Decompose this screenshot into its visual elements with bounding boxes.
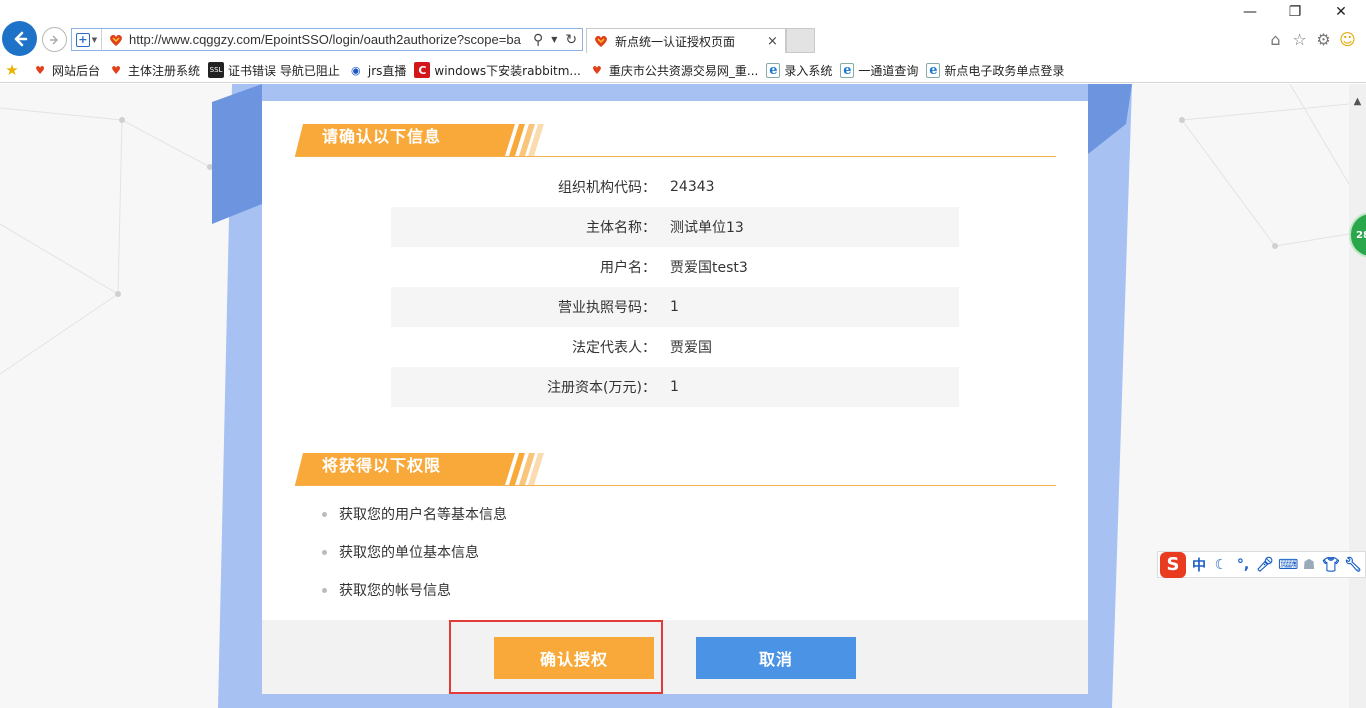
close-window-icon[interactable]: ✕ [1331, 4, 1351, 20]
arrow-left-icon [14, 31, 27, 46]
info-label: 用户名： [600, 260, 656, 276]
info-value: 贾爱国test3 [670, 260, 748, 276]
bullet-icon [322, 511, 327, 517]
info-value: 贾爱国 [670, 340, 712, 356]
permission-text: 获取您的用户名等基本信息 [339, 507, 507, 523]
settings-gear-icon[interactable]: ⚙ [1314, 30, 1333, 49]
action-bar: 确认授权 取消 [262, 620, 1088, 694]
skin-shirt-icon[interactable]: 👕︎ [1322, 557, 1340, 573]
favorites-bar: ★ ♥ 网站后台 ♥ 主体注册系统 SSL 证书错误 导航已阻止 ◉ jrs直播 Cwi… [0, 58, 1366, 83]
compatibility-view-button[interactable]: + ▼ [72, 29, 102, 50]
favorite-link[interactable]: ◉ jrs直播 [348, 62, 406, 79]
heart-icon: ♥ [35, 63, 45, 77]
favorite-link[interactable]: Cwindows下安装rabbitm... [414, 62, 581, 79]
favorite-link[interactable]: e 一通道查询 [840, 62, 918, 79]
bullet-icon [322, 549, 327, 555]
info-value: 1 [670, 379, 679, 395]
new-tab-button[interactable] [786, 28, 815, 53]
back-button[interactable] [2, 21, 37, 56]
permission-item: 获取您的单位基本信息 [322, 542, 479, 562]
dropdown-icon[interactable]: ▼ [551, 35, 557, 44]
info-row-registered-capital: 注册资本(万元)： 1 [391, 367, 959, 407]
ie-icon: e [766, 62, 781, 78]
plus-shield-icon: + [75, 32, 90, 47]
tab-active[interactable]: 新点统一认证授权页面 × [586, 28, 786, 53]
address-bar[interactable]: + ▼ http://www.cqggzy.com/EpointSSO/logi… [71, 28, 583, 51]
permission-text: 获取您的帐号信息 [339, 583, 451, 599]
keyboard-icon[interactable]: ⌨ [1278, 557, 1298, 573]
info-row-entity-name: 主体名称： 测试单位13 [391, 207, 959, 247]
favorite-link[interactable]: e 新点电子政务单点登录 [926, 62, 1064, 79]
ime-toolbar: S 中 ☾ °, 🎤︎ ⌨ ☗ 👕︎ 🔧︎ [1157, 551, 1366, 578]
permission-section-title: 将获得以下权限 [322, 456, 442, 475]
jrs-icon: ◉ [351, 63, 361, 77]
favorite-link[interactable]: ♥ 网站后台 [32, 62, 100, 79]
home-icon[interactable]: ⌂ [1266, 30, 1285, 49]
authorization-card: 请确认以下信息 组织机构代码： 24343 主体名称： 测试单位13 用户名： … [262, 101, 1088, 694]
info-row-org-code: 组织机构代码： 24343 [391, 167, 959, 207]
heart-icon: ♥ [111, 63, 121, 77]
restore-icon[interactable]: ❐ [1285, 4, 1305, 20]
microphone-icon[interactable]: 🎤︎ [1256, 557, 1274, 573]
vertical-scrollbar[interactable]: ▲ [1349, 84, 1366, 708]
info-label: 组织机构代码： [558, 180, 656, 196]
smiley-icon[interactable]: ☺ [1338, 30, 1357, 49]
info-value: 24343 [670, 179, 715, 195]
bullet-icon [322, 587, 327, 593]
ssl-icon: SSL [208, 62, 225, 78]
permission-item: 获取您的用户名等基本信息 [322, 504, 507, 524]
arrow-right-icon [49, 35, 58, 44]
page-viewport: 请确认以下信息 组织机构代码： 24343 主体名称： 测试单位13 用户名： … [0, 84, 1349, 708]
favorites-add-icon[interactable]: ★ [4, 62, 24, 78]
info-label: 法定代表人： [572, 340, 656, 356]
confirm-section-title: 请确认以下信息 [322, 127, 442, 146]
tab-close-icon[interactable]: × [767, 34, 778, 49]
info-row-license-no: 营业执照号码： 1 [391, 287, 959, 327]
info-value: 测试单位13 [670, 220, 744, 236]
tab-title: 新点统一认证授权页面 [615, 34, 736, 49]
favorites-star-icon[interactable]: ☆ [1290, 30, 1309, 49]
confirm-section-header: 请确认以下信息 [295, 121, 1056, 157]
ime-mode-toggle[interactable]: 中 [1190, 555, 1208, 575]
favorite-link[interactable]: ♥ 主体注册系统 [108, 62, 200, 79]
url-text[interactable]: http://www.cqggzy.com/EpointSSO/login/oa… [129, 32, 525, 47]
browser-toolbar: + ▼ http://www.cqggzy.com/EpointSSO/logi… [0, 0, 1366, 58]
permission-text: 获取您的单位基本信息 [339, 545, 479, 561]
info-label: 注册资本(万元)： [547, 380, 656, 396]
favorite-link[interactable]: ♥ 重庆市公共资源交易网_重... [589, 62, 758, 79]
permission-item: 获取您的帐号信息 [322, 580, 451, 600]
c-icon: C [414, 62, 431, 78]
sogou-logo-icon[interactable]: S [1160, 551, 1186, 578]
user-icon[interactable]: ☗ [1300, 557, 1318, 573]
heart-icon: ♥ [591, 63, 602, 77]
info-label: 营业执照号码： [558, 300, 656, 316]
info-value: 1 [670, 299, 679, 315]
moon-icon[interactable]: ☾ [1212, 557, 1230, 573]
forward-button[interactable] [42, 27, 67, 52]
ie-icon: e [840, 62, 855, 78]
ie-icon: e [926, 62, 941, 78]
site-favicon-icon [107, 31, 125, 49]
info-row-legal-rep: 法定代表人： 贾爱国 [391, 327, 959, 367]
tab-favicon-icon [593, 33, 609, 49]
punctuation-icon[interactable]: °, [1234, 557, 1252, 573]
dropdown-icon: ▼ [91, 35, 98, 44]
info-row-username: 用户名： 贾爱国test3 [391, 247, 959, 287]
minimize-icon[interactable]: — [1240, 4, 1260, 20]
favorite-link[interactable]: SSL 证书错误 导航已阻止 [208, 62, 340, 79]
info-label: 主体名称： [586, 220, 656, 236]
wrench-icon[interactable]: 🔧︎ [1344, 557, 1362, 573]
confirm-authorize-button[interactable]: 确认授权 [494, 637, 654, 679]
refresh-icon[interactable]: ↻ [565, 32, 577, 48]
cancel-button[interactable]: 取消 [696, 637, 856, 679]
scroll-up-icon[interactable]: ▲ [1349, 96, 1366, 110]
favorite-link[interactable]: e 录入系统 [766, 62, 832, 79]
permission-section-header: 将获得以下权限 [295, 450, 1056, 486]
search-icon[interactable]: ⚲ [533, 32, 543, 48]
